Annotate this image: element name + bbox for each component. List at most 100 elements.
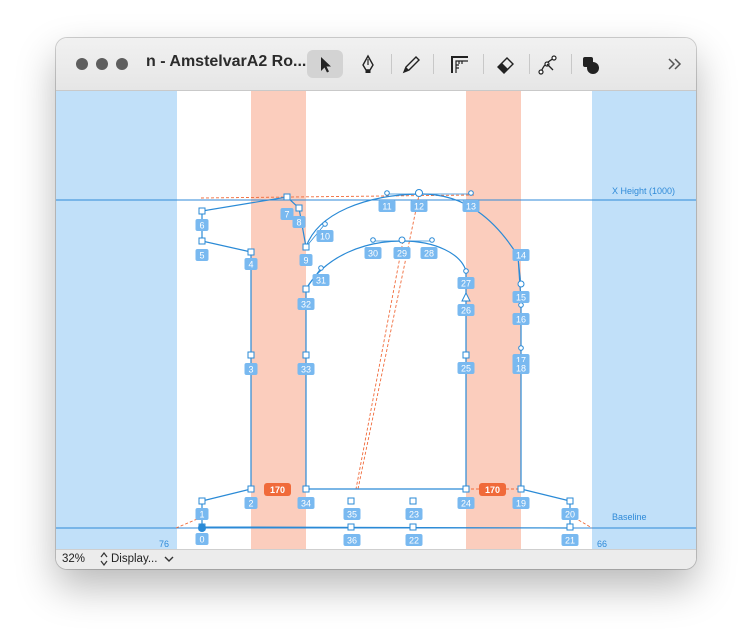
- toolbar-separator: [483, 54, 484, 74]
- stem-width-value: 170: [485, 485, 500, 495]
- toolbar-separator: [433, 54, 434, 74]
- svg-text:3: 3: [248, 365, 253, 375]
- svg-text:12: 12: [414, 202, 424, 212]
- ruler-corner-icon: [451, 56, 468, 73]
- svg-text:11: 11: [382, 202, 391, 212]
- shapes-tool-button[interactable]: [572, 50, 608, 78]
- window-title: n - AmstelvarA2 Ro...: [146, 53, 306, 70]
- point-label: 34: [297, 497, 315, 509]
- start-point[interactable]: [198, 524, 206, 532]
- pencil-tool-button[interactable]: [394, 50, 430, 78]
- svg-text:36: 36: [347, 536, 357, 546]
- svg-text:9: 9: [303, 256, 308, 266]
- svg-text:4: 4: [248, 260, 253, 270]
- knife-tool-button[interactable]: [530, 50, 566, 78]
- svg-text:25: 25: [461, 364, 471, 374]
- point-label: 18: [512, 362, 530, 374]
- point-label: 35: [343, 508, 361, 520]
- point-label: 11: [378, 200, 396, 212]
- left-margin-area: [56, 91, 177, 549]
- close-button[interactable]: [76, 58, 88, 70]
- point-label: 22: [405, 534, 423, 546]
- left-stem-zone: [251, 91, 306, 549]
- measure-tool-button[interactable]: [441, 50, 477, 78]
- x-height-label: X Height (1000): [612, 186, 675, 196]
- point-label: 28: [420, 247, 438, 259]
- point-label: 32: [297, 298, 315, 310]
- point-label: 36: [343, 534, 361, 546]
- point-label: 16: [512, 313, 530, 325]
- point-label: 2: [244, 497, 258, 509]
- point-label: 5: [195, 249, 209, 261]
- node-knife-icon: [538, 55, 557, 75]
- toolbar-separator: [391, 54, 392, 74]
- point-label: 14: [512, 249, 530, 261]
- svg-text:2: 2: [248, 499, 253, 509]
- point-label: 12: [410, 200, 428, 212]
- svg-text:19: 19: [516, 499, 526, 509]
- point-label: 15: [512, 291, 530, 303]
- point-label: 0: [195, 533, 209, 545]
- point-label: 19: [512, 497, 530, 509]
- point-label: 9: [299, 254, 313, 266]
- svg-text:8: 8: [296, 218, 301, 228]
- right-sidebearing-value: 66: [597, 539, 607, 549]
- eraser-icon: [497, 57, 514, 74]
- baseline-label: Baseline: [612, 512, 647, 522]
- point-label: 6: [195, 219, 209, 231]
- zoom-button[interactable]: [116, 58, 128, 70]
- point-label: 33: [297, 363, 315, 375]
- svg-text:32: 32: [301, 300, 311, 310]
- left-sidebearing-value: 76: [159, 539, 169, 549]
- toolbar-overflow-button[interactable]: [658, 50, 694, 78]
- point-label: 4: [244, 258, 258, 270]
- svg-text:26: 26: [461, 306, 471, 316]
- svg-text:7: 7: [284, 210, 289, 220]
- point-label: 8: [292, 216, 306, 228]
- status-bar: 32% Display...: [56, 549, 696, 569]
- titlebar: n - AmstelvarA2 Ro...: [56, 38, 696, 91]
- shapes-icon: [583, 57, 599, 74]
- svg-text:0: 0: [199, 535, 204, 545]
- stem-measurement-left: 170: [264, 483, 291, 496]
- minimize-button[interactable]: [96, 58, 108, 70]
- up-down-arrows-icon: [100, 552, 108, 569]
- point-label: 1: [195, 508, 209, 520]
- point-label: 13: [462, 200, 480, 212]
- point-label: 20: [561, 508, 579, 520]
- measurement-guides: [175, 194, 593, 529]
- glyph-canvas[interactable]: X Height (1000) Baseline 76 66 170 170 0…: [56, 91, 696, 549]
- select-tool-button[interactable]: [307, 50, 343, 78]
- pen-tool-button[interactable]: [350, 50, 386, 78]
- point-label: 30: [364, 247, 382, 259]
- point-label: 29: [393, 247, 411, 259]
- point-label: 10: [316, 230, 334, 242]
- svg-text:22: 22: [409, 536, 419, 546]
- point-label: 21: [561, 534, 579, 546]
- chevron-down-icon[interactable]: [164, 555, 174, 567]
- svg-text:24: 24: [461, 499, 471, 509]
- point-label: 24: [457, 497, 475, 509]
- svg-text:1: 1: [199, 510, 204, 520]
- double-chevron-right-icon: [668, 58, 682, 70]
- point-label: 27: [457, 277, 475, 289]
- svg-text:27: 27: [461, 279, 471, 289]
- svg-text:30: 30: [368, 249, 378, 259]
- point-label: 26: [457, 304, 475, 316]
- eraser-tool-button[interactable]: [487, 50, 523, 78]
- arrow-pointer-icon: [321, 57, 331, 73]
- zoom-level[interactable]: 32%: [62, 553, 85, 565]
- glyph-editor-window: n - AmstelvarA2 Ro... X Height (1000) Ba…: [56, 38, 696, 569]
- pencil-icon: [402, 56, 420, 74]
- svg-text:15: 15: [516, 293, 526, 303]
- point-label: 31: [312, 274, 330, 286]
- svg-text:14: 14: [516, 251, 526, 261]
- svg-text:20: 20: [565, 510, 575, 520]
- svg-text:34: 34: [301, 499, 311, 509]
- pen-nib-icon: [362, 54, 374, 73]
- display-menu[interactable]: Display...: [111, 553, 157, 565]
- svg-text:16: 16: [516, 315, 526, 325]
- svg-text:31: 31: [316, 276, 326, 286]
- svg-text:21: 21: [565, 536, 575, 546]
- svg-text:33: 33: [301, 365, 311, 375]
